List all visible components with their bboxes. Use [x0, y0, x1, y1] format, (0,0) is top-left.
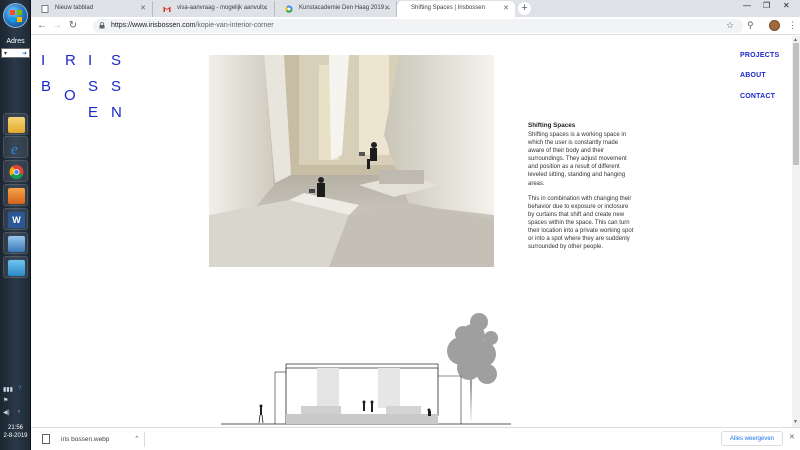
clock[interactable]: 21:56 2-8-2019: [0, 424, 31, 440]
site-logo[interactable]: I R I S B O S S E N: [41, 52, 122, 122]
url-path: /kopie-van-interior-corner: [195, 22, 274, 29]
tab-new-tab[interactable]: Nieuw tabblad ✕: [31, 1, 153, 17]
close-tab-icon[interactable]: ✕: [384, 4, 390, 12]
bookmark-star-icon[interactable]: ☆: [726, 20, 734, 31]
help-icon[interactable]: ?: [18, 386, 21, 392]
feedback-icon[interactable]: [3, 256, 28, 278]
minimize-icon[interactable]: —: [743, 1, 751, 10]
close-window-icon[interactable]: ✕: [783, 1, 790, 10]
logo-letter: S: [111, 78, 122, 95]
logo-letter: R: [65, 52, 76, 69]
logo-letter: S: [88, 78, 99, 95]
go-arrow-icon[interactable]: ➜: [22, 50, 27, 57]
project-photo: [209, 55, 494, 267]
show-all-downloads-button[interactable]: Alles weergeven: [721, 431, 783, 446]
reload-icon[interactable]: ↻: [66, 19, 80, 33]
close-tab-icon[interactable]: ✕: [503, 4, 509, 12]
folder-icon[interactable]: [3, 113, 28, 135]
address-bar[interactable]: https://www.irisbossen.com/kopie-van-int…: [93, 19, 743, 33]
paragraph: This in combination with changing their …: [528, 195, 634, 251]
gmail-icon: [163, 6, 171, 12]
explorer-window-icon[interactable]: [3, 232, 28, 254]
volume-icon[interactable]: ◀): [3, 409, 10, 416]
logo-letter: N: [111, 104, 122, 121]
windows-taskbar: Adres ▾ ➜ e W ▮▮▮ ? ⚑ ◀) ‹ 21:56 2-8-201…: [0, 0, 31, 450]
web-page: I R I S B O S S E N PROJECTS ABOUT CONTA…: [31, 36, 792, 427]
word-icon[interactable]: W: [3, 208, 28, 230]
tab-label: Shifting Spaces | Irisbossen: [411, 5, 485, 11]
close-tab-icon[interactable]: ✕: [140, 4, 146, 12]
page-scrollbar[interactable]: ▲ ▼: [792, 36, 800, 427]
article-body: Shifting spaces is a working space in wh…: [528, 131, 636, 258]
media-player-icon[interactable]: [3, 184, 28, 206]
address-toolbar-input[interactable]: ▾ ➜: [1, 48, 30, 58]
chrome-icon[interactable]: [3, 160, 28, 182]
nav-projects[interactable]: PROJECTS: [740, 52, 779, 59]
paragraph: Shifting spaces is a working space in wh…: [528, 132, 627, 187]
tray-flag-icon[interactable]: ⚑: [3, 397, 8, 404]
clock-date: 2-8-2019: [3, 433, 28, 439]
tray-chevron-icon[interactable]: ‹: [18, 409, 20, 415]
article-title: Shifting Spaces: [528, 122, 576, 129]
tab-label: visa-aanvraag - mogelijk aanvull...: [177, 5, 268, 11]
page-icon: [41, 5, 49, 13]
start-button[interactable]: [3, 3, 28, 28]
close-tab-icon[interactable]: ✕: [262, 4, 268, 12]
network-icon[interactable]: ▮▮▮: [3, 386, 13, 393]
tab-shifting-spaces[interactable]: Shifting Spaces | Irisbossen ✕: [397, 1, 515, 17]
back-arrow-icon[interactable]: ←: [35, 19, 49, 33]
model-photo-illustration: [209, 55, 494, 267]
tab-kunstacademie[interactable]: Kunstacademie Den Haag 2019 ... ✕: [275, 1, 397, 17]
logo-letter: O: [64, 87, 76, 104]
tab-label: Nieuw tabblad: [55, 5, 94, 11]
dropdown-arrow-icon[interactable]: ▾: [4, 50, 7, 57]
google-icon: [285, 5, 293, 13]
scrollbar-thumb[interactable]: [793, 43, 799, 165]
new-tab-button[interactable]: +: [518, 2, 531, 15]
architectural-section-illustration: [221, 313, 511, 425]
url-host: https://www.irisbossen.com: [111, 22, 196, 29]
chevron-up-icon[interactable]: ⌃: [134, 435, 140, 443]
logo-letter: S: [111, 52, 122, 69]
section-drawing: [211, 306, 511, 427]
menu-kebab-icon[interactable]: ⋮: [788, 20, 797, 31]
nav-contact[interactable]: CONTACT: [740, 93, 775, 100]
forward-arrow-icon[interactable]: →: [50, 19, 64, 33]
browser-tab-strip: Nieuw tabblad ✕ visa-aanvraag - mogelijk…: [31, 0, 800, 17]
profile-avatar[interactable]: [769, 20, 780, 31]
tab-label: Kunstacademie Den Haag 2019 ...: [299, 5, 391, 11]
url-text[interactable]: https://www.irisbossen.com/kopie-van-int…: [111, 22, 274, 29]
file-icon: [42, 434, 50, 444]
download-item[interactable]: iris bossen.webp ⌃: [39, 432, 145, 447]
logo-letter: I: [88, 52, 93, 69]
windows-logo-icon: [10, 10, 22, 22]
browser-toolbar: ← → ↻ https://www.irisbossen.com/kopie-v…: [31, 17, 800, 35]
address-toolbar-label: Adres: [6, 38, 25, 45]
lock-icon[interactable]: [99, 22, 105, 29]
logo-letter: I: [41, 52, 46, 69]
logo-letter: E: [88, 104, 99, 121]
tab-gmail[interactable]: visa-aanvraag - mogelijk aanvull... ✕: [153, 1, 275, 17]
restore-icon[interactable]: ❐: [763, 1, 770, 10]
close-icon[interactable]: ✕: [789, 433, 795, 441]
svg-text:e: e: [11, 142, 18, 156]
scroll-down-icon[interactable]: ▼: [793, 419, 798, 425]
ie-icon[interactable]: e: [3, 136, 28, 158]
logo-letter: B: [41, 78, 52, 95]
download-filename: iris bossen.webp: [61, 436, 110, 443]
download-bar: iris bossen.webp ⌃ Alles weergeven ✕: [31, 427, 800, 450]
nav-about[interactable]: ABOUT: [740, 72, 766, 79]
system-tray: ▮▮▮ ? ⚑ ◀) ‹: [2, 386, 29, 420]
clock-time: 21:56: [7, 425, 23, 431]
search-icon[interactable]: ⚲: [747, 20, 754, 31]
